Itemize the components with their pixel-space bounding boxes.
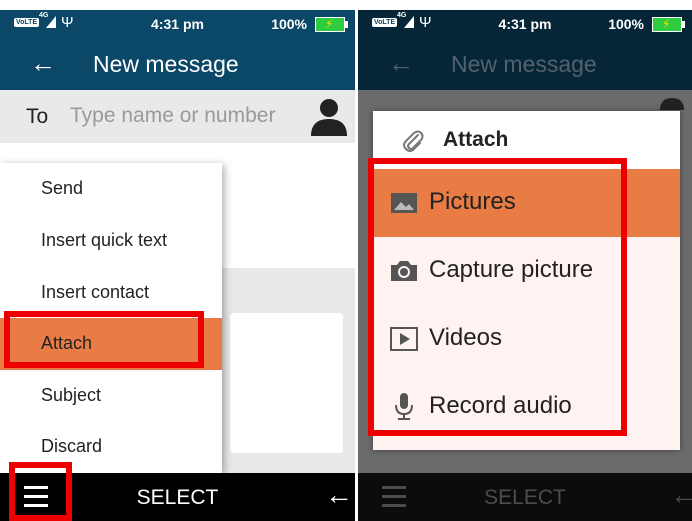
status-bar: VoLTE 4G Ψ 4:31 pm 100% ⚡ [0, 10, 355, 38]
dialog-header: Attach [373, 111, 680, 169]
menu-item-send[interactable]: Send [0, 163, 222, 215]
video-icon [390, 327, 418, 351]
left-phone-screen: VoLTE 4G Ψ 4:31 pm 100% ⚡ ← New message … [0, 0, 355, 521]
attach-option-videos[interactable]: Videos [373, 305, 680, 373]
app-bar: ← New message [358, 38, 692, 90]
battery-charging-icon: ⚡ [652, 17, 685, 32]
attach-option-label: Record audio [429, 392, 572, 419]
page-title: New message [451, 51, 597, 77]
attach-option-record-audio[interactable]: Record audio [373, 373, 680, 441]
attach-option-label: Capture picture [429, 256, 594, 283]
app-bar: ← New message [0, 38, 355, 90]
contact-person-icon [660, 98, 684, 110]
attach-dialog: Attach Pictures Capture picture Videos R… [373, 111, 680, 450]
back-arrow-icon: ← [388, 48, 414, 78]
menu-item-label: Insert quick text [41, 230, 168, 250]
status-bar: VoLTE 4G Ψ 4:31 pm 100% ⚡ [358, 10, 692, 38]
dialog-title: Attach [443, 128, 509, 151]
battery-percentage: 100% [608, 16, 644, 32]
to-label: To [26, 105, 49, 128]
back-arrow-icon[interactable]: ← [30, 48, 56, 79]
attach-options-list: Pictures Capture picture Videos Record a… [373, 169, 680, 450]
right-phone-screen: VoLTE 4G Ψ 4:31 pm 100% ⚡ ← New message … [358, 0, 692, 521]
back-softkey-icon[interactable]: ← [670, 479, 692, 511]
select-softkey[interactable]: SELECT [0, 486, 355, 510]
menu-item-label: Insert contact [41, 282, 150, 302]
select-softkey[interactable]: SELECT [358, 486, 692, 510]
back-softkey-icon[interactable]: ← [325, 479, 353, 511]
menu-item-subject[interactable]: Subject [0, 370, 222, 422]
attach-option-label: Pictures [429, 188, 516, 215]
menu-item-discard[interactable]: Discard [0, 421, 222, 473]
message-field[interactable] [230, 313, 343, 453]
menu-item-label: Send [41, 178, 84, 198]
camera-icon [391, 261, 417, 281]
attach-option-pictures[interactable]: Pictures [373, 169, 680, 237]
contact-person-icon[interactable] [311, 98, 347, 136]
battery-charging-icon: ⚡ [315, 17, 348, 32]
softkey-bar: SELECT ← [358, 473, 692, 521]
recipient-row: To [0, 90, 355, 144]
battery-percentage: 100% [271, 16, 307, 32]
microphone-icon [395, 393, 413, 420]
attach-option-capture-picture[interactable]: Capture picture [373, 237, 680, 305]
menu-item-insert-contact[interactable]: Insert contact [0, 267, 222, 319]
menu-item-attach[interactable]: Attach [0, 318, 222, 370]
menu-item-label: Subject [41, 385, 102, 405]
attach-option-label: Videos [429, 324, 502, 351]
softkey-bar: SELECT ← [0, 473, 355, 521]
picture-icon [391, 193, 417, 213]
options-menu: Send Insert quick text Insert contact At… [0, 163, 222, 473]
recipient-input[interactable] [70, 102, 300, 130]
page-title: New message [93, 51, 239, 77]
menu-item-insert-quick-text[interactable]: Insert quick text [0, 215, 222, 267]
menu-item-label: Attach [41, 333, 93, 353]
paperclip-icon [403, 130, 424, 152]
menu-item-label: Discard [41, 436, 103, 456]
